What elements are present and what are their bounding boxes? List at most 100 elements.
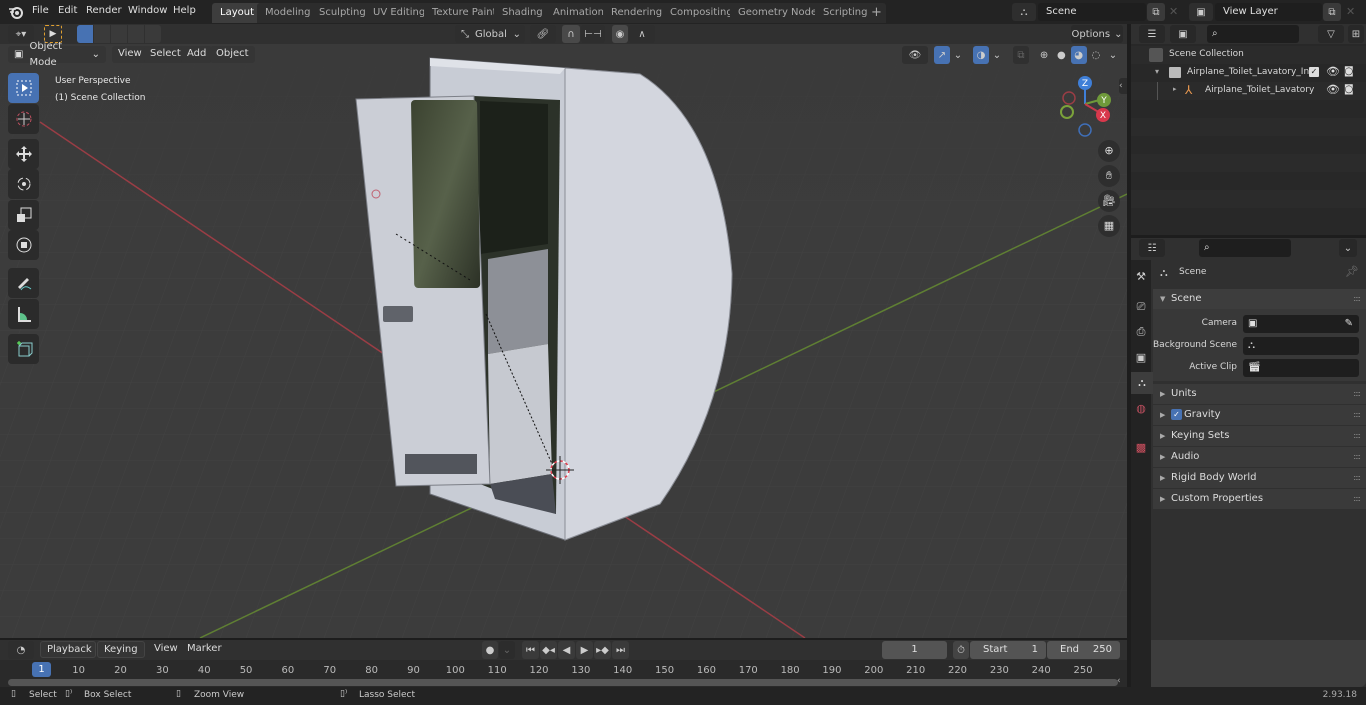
timeline-scrollbar[interactable]	[8, 679, 1118, 686]
preview-range-toggle[interactable]: ⏱︎	[953, 641, 969, 659]
view-layer-selector-button[interactable]: ▣	[1189, 3, 1213, 21]
outliner-row-scene-collection[interactable]: Scene Collection	[1131, 46, 1366, 64]
panel-audio[interactable]: ▶ Audio ::::	[1153, 447, 1366, 467]
play-button[interactable]: ▶	[576, 641, 593, 659]
visibility-dropdown[interactable]: 👁︎	[902, 46, 928, 64]
collapse-region-icon[interactable]: ‹	[1117, 676, 1121, 686]
tab-output[interactable]: ⎙	[1131, 321, 1151, 343]
tab-rendering[interactable]: Rendering	[603, 3, 671, 23]
tool-annotate[interactable]	[8, 268, 39, 298]
start-frame-field[interactable]: Start 1	[970, 641, 1046, 659]
playback-menu[interactable]: Playback ⌄	[40, 641, 96, 671]
3d-viewport[interactable]: User Perspective (1) Scene Collection Z …	[0, 44, 1127, 638]
overlay-dropdown[interactable]: ⌄	[990, 46, 1004, 64]
drag-handle-icon[interactable]: ::::	[1353, 447, 1361, 467]
menu-render[interactable]: Render	[86, 4, 122, 20]
current-frame-field[interactable]: 1	[882, 641, 947, 659]
outliner-search-input[interactable]: ⌕	[1207, 25, 1299, 43]
tab-tool[interactable]: ⚒	[1131, 265, 1151, 287]
drag-handle-icon[interactable]: ::::	[1353, 289, 1361, 309]
tool-add-cube[interactable]	[8, 334, 39, 364]
auto-keying-toggle[interactable]: ●	[482, 641, 498, 659]
panel-scene-header[interactable]: ▼ Scene ::::	[1153, 289, 1366, 309]
overlay-toggle[interactable]: ◑	[973, 46, 989, 64]
blender-logo-icon[interactable]	[8, 4, 24, 20]
gizmo-toggle[interactable]: ↗	[934, 46, 950, 64]
camera-field[interactable]: ▣ ✎	[1243, 315, 1359, 333]
mode-dropdown[interactable]: ▣ Object Mode ⌄	[8, 41, 106, 68]
drag-handle-icon[interactable]: ::::	[1353, 384, 1361, 404]
proportional-edit-toggle[interactable]: ◉	[612, 25, 628, 43]
tool-rotate[interactable]	[8, 169, 39, 199]
panel-units[interactable]: ▶ Units ::::	[1153, 384, 1366, 404]
timeline-view-menu[interactable]: View	[148, 641, 184, 658]
mode-difference-button[interactable]	[128, 25, 144, 43]
gravity-checkbox[interactable]: ✓	[1171, 409, 1182, 420]
background-scene-field[interactable]: ⛬	[1243, 337, 1359, 355]
playhead-frame[interactable]: 1	[32, 662, 51, 677]
pivot-point-dropdown[interactable]: 🔗︎	[530, 25, 556, 43]
panel-gravity[interactable]: ▶ ✓ Gravity ::::	[1153, 405, 1366, 425]
active-clip-field[interactable]: 🎬︎	[1243, 359, 1359, 377]
menu-edit[interactable]: Edit	[58, 4, 77, 20]
drag-handle-icon[interactable]: ::::	[1353, 405, 1361, 425]
tab-render[interactable]: ⎚	[1131, 296, 1151, 318]
snap-toggle[interactable]: ∩	[562, 25, 580, 43]
shading-dropdown[interactable]: ⌄	[1105, 46, 1121, 64]
properties-options-dropdown[interactable]: ⌄	[1339, 239, 1357, 257]
delete-scene-icon[interactable]: ✕	[1169, 5, 1178, 18]
camera-render-icon[interactable]: ◙	[1344, 84, 1354, 95]
jump-end-button[interactable]: ⏭︎	[612, 641, 629, 659]
tab-modeling[interactable]: Modeling	[257, 3, 319, 23]
tab-shading[interactable]: Shading	[494, 3, 551, 23]
shading-rendered-button[interactable]: ◌	[1087, 46, 1104, 64]
tab-compositing[interactable]: Compositing	[662, 3, 741, 23]
mode-extend-button[interactable]	[94, 25, 110, 43]
tool-scale[interactable]	[8, 200, 39, 230]
drag-handle-icon[interactable]: ::::	[1353, 468, 1361, 488]
pin-icon[interactable]: 📌︎	[1345, 265, 1359, 278]
pan-hand-icon[interactable]: ✋︎	[1098, 165, 1120, 187]
tool-select-box[interactable]	[8, 73, 39, 103]
panel-keying-sets[interactable]: ▶ Keying Sets ::::	[1153, 426, 1366, 446]
object-menu[interactable]: Object	[210, 46, 255, 63]
expand-arrow-icon[interactable]: ▾	[1155, 67, 1159, 76]
expand-arrow-icon[interactable]: ▸	[1173, 85, 1177, 93]
tab-scene[interactable]: ⛬	[1131, 372, 1153, 394]
drag-handle-icon[interactable]: ::::	[1353, 426, 1361, 446]
panel-custom-properties[interactable]: ▶ Custom Properties ::::	[1153, 489, 1366, 509]
marker-menu[interactable]: Marker	[181, 641, 228, 658]
perspective-toggle-icon[interactable]: ▦	[1098, 215, 1120, 237]
eye-icon[interactable]: 👁︎	[1326, 83, 1340, 96]
view-layer-name-field[interactable]: View Layer	[1215, 3, 1322, 21]
new-collection-button[interactable]: ⊞	[1348, 25, 1364, 43]
properties-search-input[interactable]: ⌕	[1199, 239, 1291, 257]
keying-options-dropdown[interactable]: ⌄	[499, 641, 515, 659]
timeline-editor-type[interactable]: ◔	[8, 641, 34, 659]
tool-measure[interactable]	[8, 299, 39, 329]
tab-texture-paint[interactable]: Texture Paint	[424, 3, 505, 23]
delete-view-layer-icon[interactable]: ✕	[1346, 5, 1355, 18]
jump-start-button[interactable]: ⏮︎	[522, 641, 539, 659]
xray-toggle[interactable]: ⧉	[1013, 46, 1029, 64]
mode-subtract-button[interactable]	[111, 25, 127, 43]
menu-help[interactable]: Help	[173, 4, 196, 20]
tab-world[interactable]: ◍	[1131, 397, 1151, 419]
exclude-checkbox[interactable]: ✓	[1309, 67, 1319, 77]
scene-name-field[interactable]: Scene	[1038, 3, 1146, 21]
tool-move[interactable]	[8, 139, 39, 169]
outliner-row-collection[interactable]: ▾ Airplane_Toilet_Lavatory_Inte ✓ 👁︎ ◙	[1131, 64, 1366, 82]
tool-cursor[interactable]	[8, 104, 39, 134]
new-view-layer-button[interactable]: ⧉	[1323, 3, 1341, 21]
tab-layout[interactable]: Layout	[212, 3, 262, 23]
tab-animation[interactable]: Animation	[545, 3, 612, 23]
filter-dropdown[interactable]: ▽	[1318, 25, 1344, 43]
tab-texture[interactable]: ▩	[1131, 436, 1151, 458]
view-menu[interactable]: View	[112, 46, 148, 63]
gizmo-dropdown[interactable]: ⌄	[951, 46, 965, 64]
options-dropdown[interactable]: Options ⌄	[1071, 25, 1123, 43]
outliner-row-empty[interactable]: ▸ ⅄ Airplane_Toilet_Lavatory 👁︎ ◙	[1131, 82, 1366, 100]
camera-view-icon[interactable]: 🎥︎	[1098, 190, 1120, 212]
sidebar-toggle-icon[interactable]: ‹	[1119, 78, 1127, 94]
zoom-view-icon[interactable]: ⊕	[1098, 140, 1120, 162]
